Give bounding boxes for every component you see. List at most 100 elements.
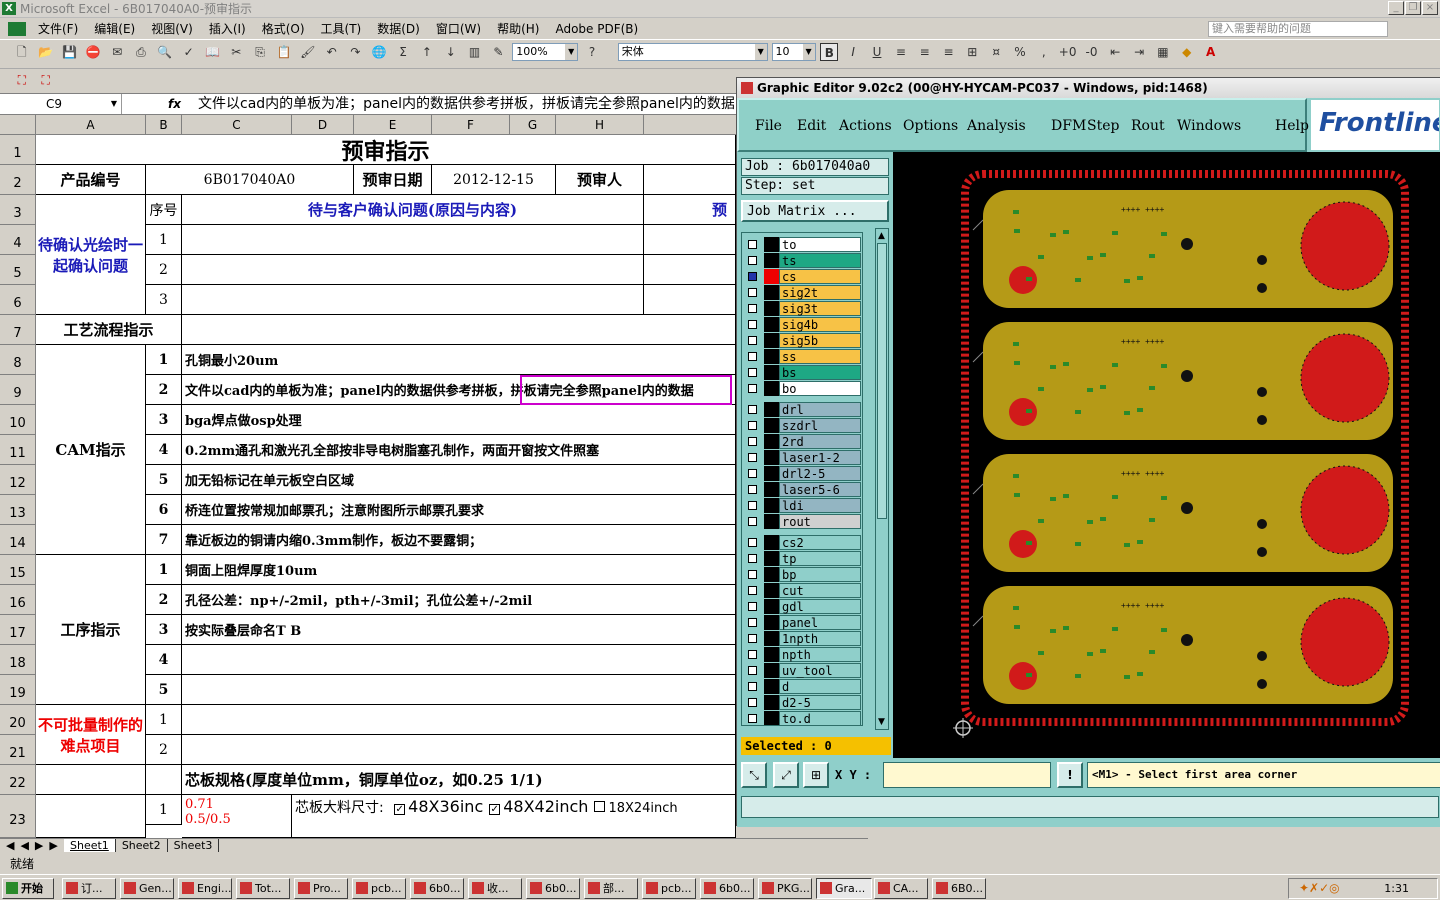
cam-seq[interactable]: 7 [146, 525, 182, 555]
pdf-email-icon[interactable]: ⛶ [37, 71, 55, 89]
align-center-icon[interactable]: ≡ [916, 43, 934, 61]
decrease-indent-icon[interactable]: ⇤ [1106, 43, 1124, 61]
taskbar-item[interactable]: 6B0... [932, 878, 986, 899]
layer-checkbox[interactable] [748, 602, 757, 611]
core-spec[interactable]: 芯板规格(厚度单位mm，铜厚单位oz，如0.25 1/1) [182, 765, 736, 795]
row-header[interactable]: 23 [0, 795, 36, 838]
proc-seq[interactable]: 1 [146, 555, 182, 585]
row-header[interactable]: 4 [0, 225, 36, 255]
row-header[interactable]: 17 [0, 615, 36, 645]
layer-row-cut[interactable]: cut [744, 583, 862, 598]
ge-menu-rout[interactable]: Rout [1131, 118, 1165, 134]
drawing-icon[interactable]: ✎ [489, 43, 507, 61]
column-header[interactable]: F [432, 115, 510, 135]
hard-cell[interactable] [182, 705, 736, 735]
alert-icon[interactable]: ! [1057, 762, 1083, 788]
seq-2[interactable]: 2 [146, 255, 182, 285]
name-box[interactable]: C9 ▼ [0, 94, 122, 114]
row-header[interactable]: 8 [0, 345, 36, 375]
layer-checkbox[interactable] [748, 501, 757, 510]
layer-row-gdl[interactable]: gdl [744, 599, 862, 614]
layer-checkbox[interactable] [748, 352, 757, 361]
seq-label[interactable]: 序号 [146, 195, 182, 225]
layer-checkbox[interactable] [748, 682, 757, 691]
layer-row-sig4b[interactable]: sig4b [744, 317, 862, 332]
layer-row-sig2t[interactable]: sig2t [744, 285, 862, 300]
close-button[interactable]: × [1422, 1, 1438, 15]
spelling-icon[interactable]: ✓ [180, 43, 198, 61]
ge-menu-dfm[interactable]: DFM [1051, 118, 1086, 134]
layer-row-rout[interactable]: rout [744, 514, 862, 529]
column-header[interactable]: G [510, 115, 556, 135]
layer-checkbox[interactable] [748, 714, 757, 723]
reviewer-value[interactable] [644, 165, 736, 195]
row-header[interactable]: 14 [0, 525, 36, 555]
core-blank[interactable] [36, 765, 146, 795]
layer-checkbox[interactable] [748, 554, 757, 563]
currency-icon[interactable]: ¤ [987, 43, 1005, 61]
menu-item[interactable]: 帮助(H) [489, 18, 547, 40]
layer-checkbox[interactable] [748, 405, 757, 414]
layer-row-d2-5[interactable]: d2-5 [744, 695, 862, 710]
menu-item[interactable]: 工具(T) [313, 18, 370, 40]
zoom-select[interactable]: 100% ▼ [512, 43, 579, 61]
autosum-icon[interactable]: Σ [394, 43, 412, 61]
taskbar-item[interactable]: Gen... [120, 878, 174, 899]
row-header[interactable]: 9 [0, 375, 36, 405]
row-header[interactable]: 3 [0, 195, 36, 225]
column-header[interactable]: C [182, 115, 292, 135]
core-seq-blank[interactable] [146, 765, 182, 795]
pre-header[interactable]: 预 [644, 195, 736, 225]
help-search-input[interactable]: 键入需要帮助的问题 [1208, 21, 1388, 37]
fill-color-icon[interactable]: ◆ [1178, 43, 1196, 61]
taskbar-item[interactable]: PKG... [758, 878, 812, 899]
worksheet-grid[interactable]: ABCDEFGH 1 2 3 4 5 6 7 8 9 10 11 12 13 14 15 16 17 18 19 20… [0, 115, 736, 838]
restore-button[interactable]: ❐ [1405, 1, 1421, 15]
row-header[interactable]: 22 [0, 765, 36, 795]
reviewer-label[interactable]: 预审人 [556, 165, 644, 195]
align-right-icon[interactable]: ≡ [940, 43, 958, 61]
layer-checkbox[interactable] [748, 517, 757, 526]
issue-header[interactable]: 待与客户确认问题(原因与内容) [182, 195, 644, 225]
taskbar-item[interactable]: 6b0... [526, 878, 580, 899]
taskbar-item[interactable]: pcb... [642, 878, 696, 899]
undo-icon[interactable]: ↶ [323, 43, 341, 61]
help-icon[interactable]: ? [583, 43, 601, 61]
issue-note[interactable] [644, 285, 736, 315]
hard-cell[interactable] [182, 735, 736, 765]
proc-seq[interactable]: 2 [146, 585, 182, 615]
redo-icon[interactable]: ↷ [346, 43, 364, 61]
row-header[interactable]: 5 [0, 255, 36, 285]
issue-note[interactable] [644, 255, 736, 285]
cam-seq[interactable]: 5 [146, 465, 182, 495]
process-label[interactable]: 工艺流程指示 [36, 315, 182, 345]
comma-icon[interactable]: , [1035, 43, 1053, 61]
row-header[interactable]: 20 [0, 705, 36, 735]
italic-icon[interactable]: I [844, 43, 862, 61]
ge-menu-help[interactable]: Help [1275, 118, 1309, 134]
row-header[interactable]: 15 [0, 555, 36, 585]
product-label[interactable]: 产品编号 [36, 165, 146, 195]
layer-checkbox[interactable] [748, 437, 757, 446]
taskbar-item[interactable]: Engi... [178, 878, 232, 899]
checkbox-icon[interactable]: ✓ [489, 804, 501, 815]
row-header[interactable]: 11 [0, 435, 36, 465]
scroll-thumb[interactable] [877, 243, 887, 519]
xy-input[interactable] [883, 762, 1051, 788]
minimize-button[interactable]: _ [1388, 1, 1404, 15]
proc-label[interactable]: 工序指示 [36, 555, 146, 705]
taskbar-item[interactable]: CA... [874, 878, 928, 899]
row-header[interactable]: 12 [0, 465, 36, 495]
layer-row-drl2-5[interactable]: drl2-5 [744, 466, 862, 481]
menu-item[interactable]: 视图(V) [143, 18, 201, 40]
format-painter-icon[interactable]: 🖌 [299, 43, 317, 61]
row-header[interactable]: 16 [0, 585, 36, 615]
proc-seq[interactable]: 4 [146, 645, 182, 675]
taskbar-item[interactable]: 收... [468, 878, 522, 899]
save-icon[interactable]: 💾 [60, 43, 78, 61]
taskbar-item[interactable]: 6b0... [410, 878, 464, 899]
formula-input[interactable]: 文件以cad内的单板为准；panel内的数据供参考拼板，拼板请完全参照panel… [198, 94, 734, 114]
font-name-select[interactable]: 宋体 ▼ [617, 43, 768, 61]
cam-seq[interactable]: 3 [146, 405, 182, 435]
menu-item[interactable]: 编辑(E) [86, 18, 143, 40]
